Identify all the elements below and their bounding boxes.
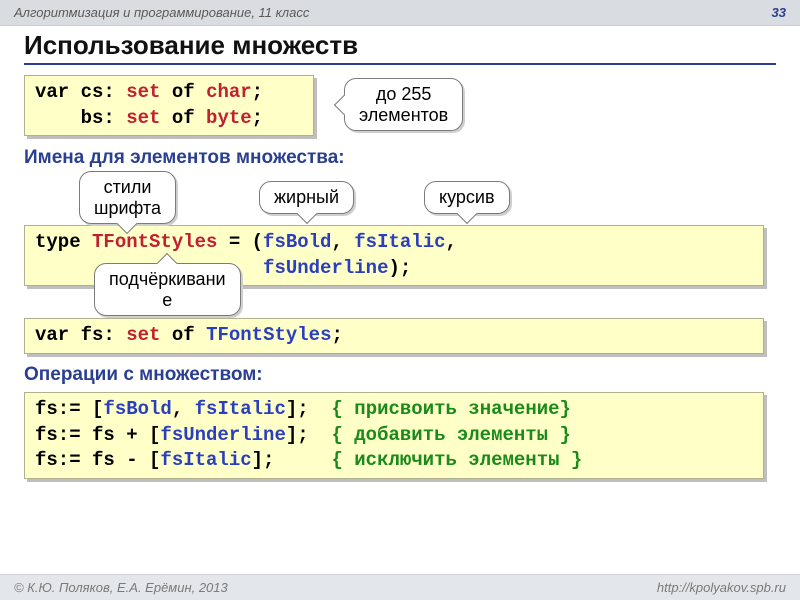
page-number: 33 <box>772 5 786 20</box>
section-operations: Операции с множеством: <box>24 364 776 386</box>
source-url: http://kpolyakov.spb.ru <box>657 580 786 595</box>
callout-font-styles: стили шрифта <box>79 171 176 224</box>
code-set-declaration: var cs: set of char; bs: set of byte; <box>24 75 314 136</box>
slide-title: Использование множеств <box>24 30 776 65</box>
callout-italic: курсив <box>424 181 510 214</box>
code-var-fs: var fs: set of TFontStyles; <box>24 318 764 354</box>
slide-body: Использование множеств var cs: set of ch… <box>0 26 800 479</box>
code-set-ops: fs:= [fsBold, fsItalic]; { присвоить зна… <box>24 392 764 479</box>
copyright: © К.Ю. Поляков, Е.А. Ерёмин, 2013 <box>14 580 228 595</box>
header-bar: Алгоритмизация и программирование, 11 кл… <box>0 0 800 26</box>
callout-bold: жирный <box>259 181 354 214</box>
footer-bar: © К.Ю. Поляков, Е.А. Ерёмин, 2013 http:/… <box>0 574 800 600</box>
callout-underline: подчёркивани е <box>94 263 241 316</box>
course-title: Алгоритмизация и программирование, 11 кл… <box>14 5 309 20</box>
callout-elements: до 255 элементов <box>344 78 463 131</box>
section-names: Имена для элементов множества: <box>24 147 776 169</box>
